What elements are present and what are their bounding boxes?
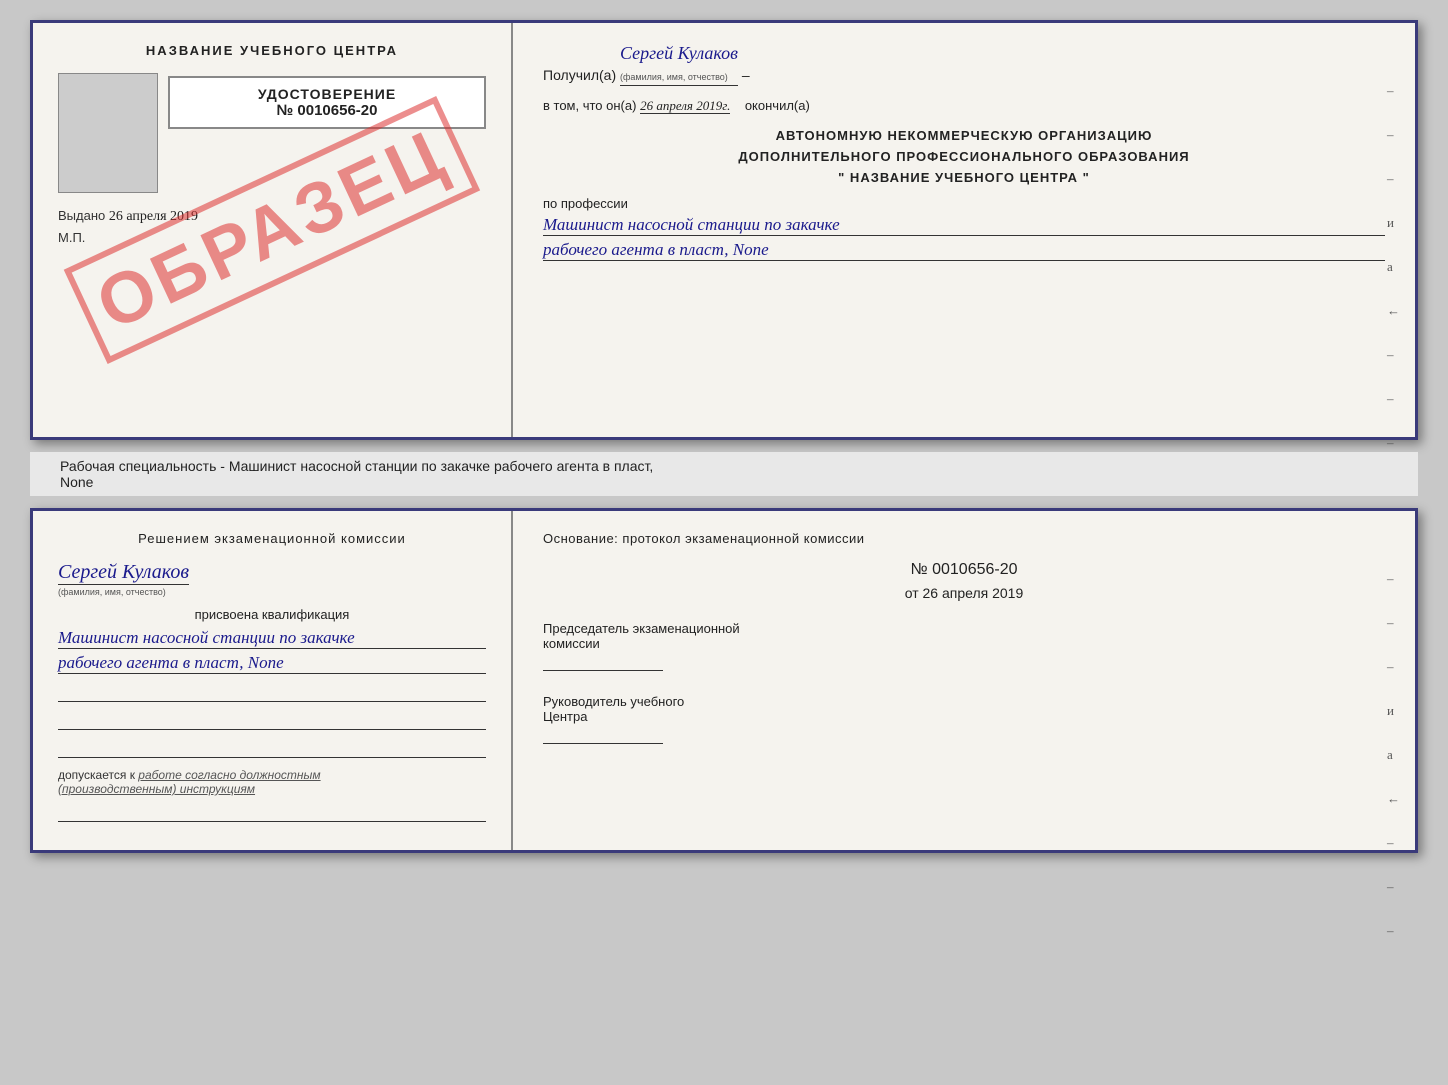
bottom-person-name-block: Сергей Кулаков (фамилия, имя, отчество) [58,561,486,597]
po-professii: по профессии [543,196,1385,211]
protocol-date-val: 26 апреля 2019 [923,585,1024,601]
familiya-hint: (фамилия, имя, отчество) [620,72,728,82]
bottom-document: Решением экзаменационной комиссии Сергей… [30,508,1418,853]
org-line2: ДОПОЛНИТЕЛЬНОГО ПРОФЕССИОНАЛЬНОГО ОБРАЗО… [543,147,1385,168]
sig-line-4 [58,802,486,822]
center-title: НАЗВАНИЕ УЧЕБНОГО ЦЕНТРА [146,43,398,58]
poluchil-line: Получил(а) Сергей Кулаков (фамилия, имя,… [543,43,1385,86]
dopuskaetsya-block: допускается к работе согласно должностны… [58,768,486,796]
photo-placeholder [58,73,158,193]
predsedatel-label2: комиссии [543,636,1385,651]
kvalf-line1: Машинист насосной станции по закачке [58,628,486,649]
protocol-date: от 26 апреля 2019 [543,585,1385,601]
vydano-label: Выдано [58,208,105,223]
right-dashes: – – – и а ← – – – [1387,83,1400,451]
org-line1: АВТОНОМНУЮ НЕКОММЕРЧЕСКУЮ ОРГАНИЗАЦИЮ [543,126,1385,147]
sig-line-3 [58,738,486,758]
sig-line-1 [58,682,486,702]
okonchil-label: окончил(а) [745,98,810,113]
poluchil-name: Сергей Кулаков (фамилия, имя, отчество) [620,43,738,86]
rukovoditel-label: Руководитель учебного [543,694,1385,709]
vtom-label: в том, что он(а) [543,98,636,113]
vydano-line: Выдано 26 апреля 2019 [58,208,198,225]
rukovoditel-sig-line [543,724,663,744]
bottom-familiya-hint: (фамилия, имя, отчество) [58,587,486,597]
org-line3: " НАЗВАНИЕ УЧЕБНОГО ЦЕНТРА " [543,168,1385,189]
dopuskaetsya-label: допускается к [58,768,135,782]
resheniem-title: Решением экзаменационной комиссии [58,531,486,546]
vydano-date: 26 апреля 2019 [109,209,198,224]
udostoverenie-num: № 0010656-20 [185,102,469,119]
rukovoditel-block: Руководитель учебного Центра [543,694,1385,747]
kvalf-line2: рабочего агента в пласт, None [58,653,486,674]
udostoverenie-box: УДОСТОВЕРЕНИЕ № 0010656-20 [168,76,486,129]
osnovanie-label: Основание: протокол экзаменационной коми… [543,531,1385,546]
bottom-right-dashes: – – – и а ← – – – [1387,571,1400,939]
prisvoena-label: присвоена квалификация [58,607,486,622]
rukovoditel-label2: Центра [543,709,1385,724]
subtitle-text2: None [60,474,93,490]
protocol-num: № 0010656-20 [543,561,1385,579]
subtitle-text: Рабочая специальность - Машинист насосно… [60,458,653,474]
bottom-person-name: Сергей Кулаков [58,561,189,585]
main-container: НАЗВАНИЕ УЧЕБНОГО ЦЕНТРА УДОСТОВЕРЕНИЕ №… [0,0,1448,873]
protocol-date-prefix: от [905,585,919,601]
poluchil-label: Получил(а) [543,67,616,83]
dopuskaetsya-val: работе согласно должностным [138,768,320,782]
sig-line-2 [58,710,486,730]
vtom-line: в том, что он(а) 26 апреля 2019г. окончи… [543,98,1385,114]
profession-line2: рабочего агента в пласт, None [543,240,1385,261]
dopuskaetsya-val2: (производственным) инструкциям [58,782,255,796]
profession-line1: Машинист насосной станции по закачке [543,215,1385,236]
predsedatel-label: Председатель экзаменационной [543,621,1385,636]
subtitle-line: Рабочая специальность - Машинист насосно… [30,452,1418,496]
top-document: НАЗВАНИЕ УЧЕБНОГО ЦЕНТРА УДОСТОВЕРЕНИЕ №… [30,20,1418,440]
doc-left: НАЗВАНИЕ УЧЕБНОГО ЦЕНТРА УДОСТОВЕРЕНИЕ №… [33,23,513,437]
doc-right: Получил(а) Сергей Кулаков (фамилия, имя,… [513,23,1415,437]
predsedatel-block: Председатель экзаменационной комиссии [543,621,1385,674]
predsedatel-sig-line [543,651,663,671]
org-block: АВТОНОМНУЮ НЕКОММЕРЧЕСКУЮ ОРГАНИЗАЦИЮ ДО… [543,126,1385,188]
bottom-left: Решением экзаменационной комиссии Сергей… [33,511,513,850]
vtom-date: 26 апреля 2019г. [640,98,730,114]
udostoverenie-title: УДОСТОВЕРЕНИЕ [185,86,469,102]
mp-line: М.П. [58,230,85,245]
bottom-right: Основание: протокол экзаменационной коми… [513,511,1415,850]
